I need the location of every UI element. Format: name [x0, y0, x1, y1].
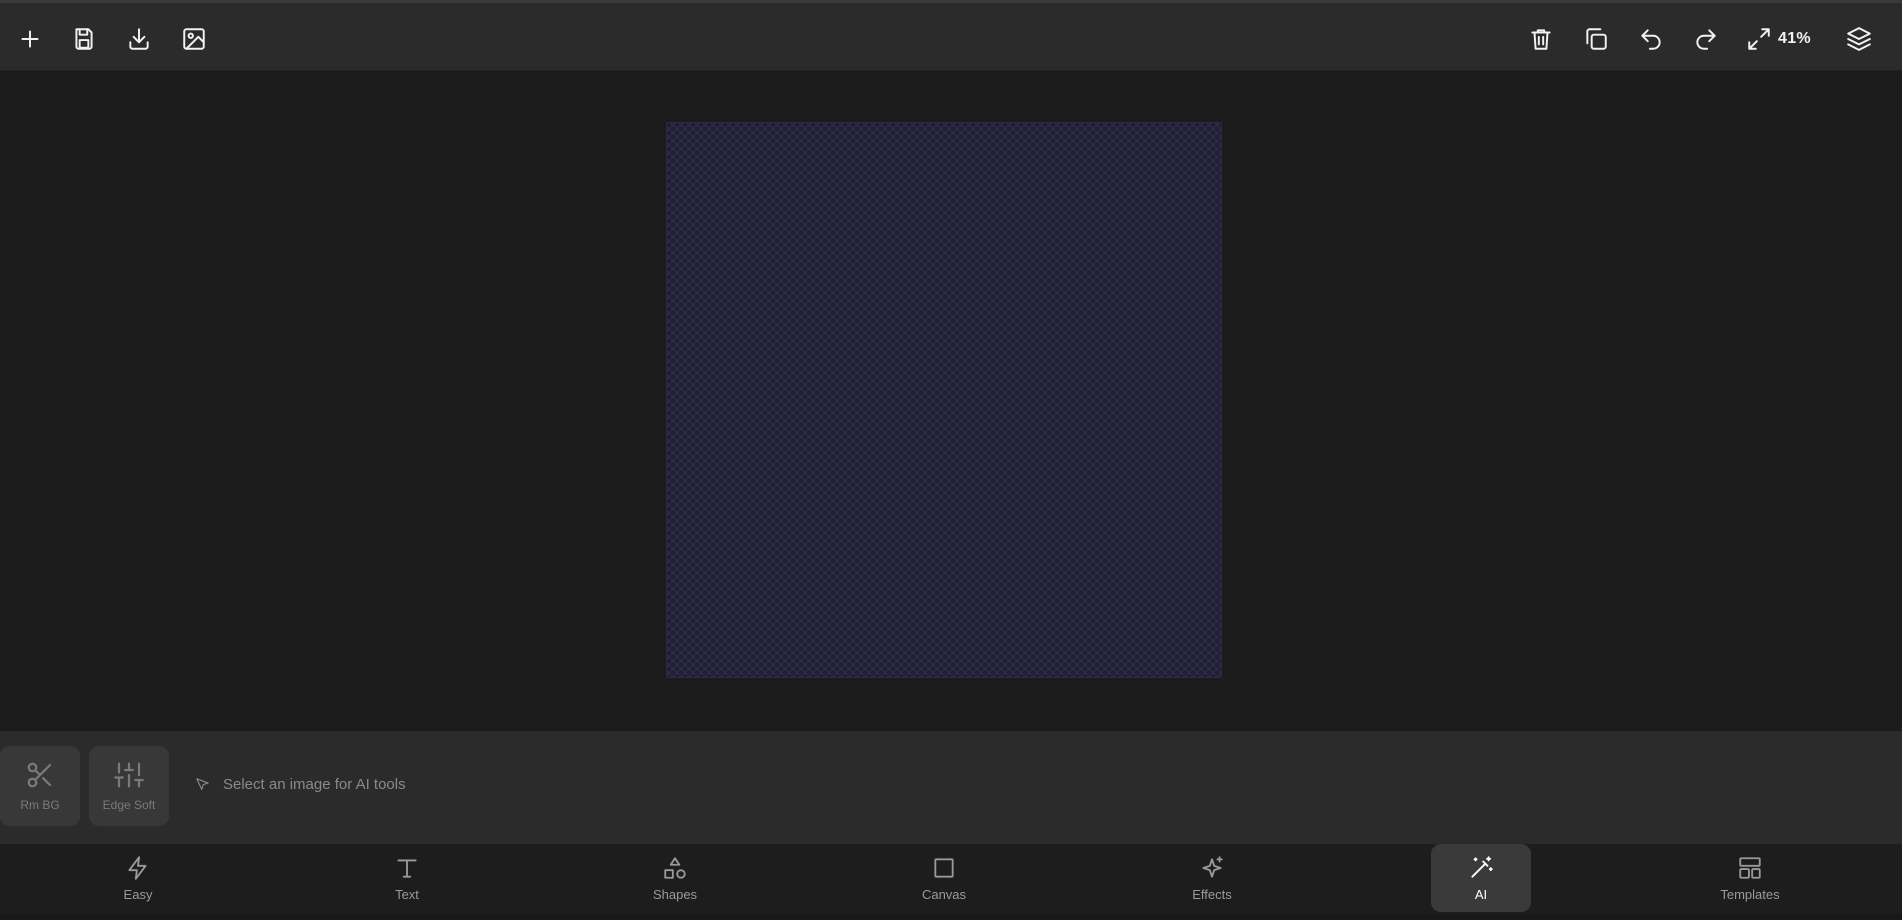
plus-icon [21, 30, 39, 48]
edge-soft-tool[interactable]: Edge Soft [89, 746, 169, 826]
layout-icon [1739, 856, 1761, 879]
ai-tools-panel: Rm BG Edge Soft Select an image for AI t… [0, 731, 1902, 843]
image-icon [183, 28, 205, 50]
tool-label: Rm BG [20, 798, 60, 812]
delete-button[interactable] [1522, 20, 1560, 58]
sparkles-icon [1202, 855, 1223, 878]
ai-hint: Select an image for AI tools [194, 776, 406, 793]
nav-label: AI [1474, 886, 1488, 902]
nav-label: Text [395, 886, 419, 902]
redo-button[interactable] [1687, 20, 1725, 58]
text-icon [397, 858, 417, 878]
ai-hint-text: Select an image for AI tools [223, 776, 406, 793]
nav-easy[interactable]: Easy [88, 844, 188, 912]
nav-label: Easy [123, 886, 153, 902]
nav-label: Canvas [921, 886, 967, 902]
nav-text[interactable]: Text [357, 844, 457, 912]
remove-background-tool[interactable]: Rm BG [0, 746, 80, 826]
download-icon [129, 28, 149, 50]
duplicate-button[interactable] [1577, 20, 1615, 58]
duplicate-icon [1586, 28, 1607, 50]
nav-label: Effects [1192, 886, 1232, 902]
redo-icon [1696, 29, 1716, 50]
cursor-icon [196, 778, 209, 791]
save-icon [75, 28, 93, 50]
new-button[interactable] [11, 20, 49, 58]
nav-effects[interactable]: Effects [1162, 844, 1262, 912]
nav-canvas[interactable]: Canvas [894, 844, 994, 912]
canvas-workspace [0, 71, 1902, 731]
nav-shapes[interactable]: Shapes [625, 844, 725, 912]
fit-screen-icon [1748, 28, 1770, 50]
design-canvas[interactable] [666, 122, 1222, 678]
undo-button[interactable] [1632, 20, 1670, 58]
zoom-fit-button[interactable]: 41% [1746, 20, 1811, 58]
footer-strip [0, 914, 1902, 920]
nav-label: Shapes [652, 886, 698, 902]
tool-label: Edge Soft [102, 798, 156, 812]
undo-icon [1641, 29, 1661, 50]
save-button[interactable] [65, 20, 103, 58]
download-button[interactable] [120, 20, 158, 58]
nav-label: Templates [1720, 886, 1780, 902]
nav-templates[interactable]: Templates [1700, 844, 1800, 912]
scissors-icon [27, 762, 52, 788]
lightning-icon [128, 855, 147, 880]
trash-icon [1531, 29, 1551, 50]
sliders-icon [114, 762, 144, 788]
square-icon [934, 857, 954, 878]
top-toolbar: 41% [0, 0, 1902, 71]
layers-icon [1847, 27, 1871, 51]
layers-button[interactable] [1840, 20, 1878, 58]
magic-wand-icon [1471, 855, 1493, 878]
bottom-navigation: Easy Text Shapes Canvas Effects AI Templ… [0, 843, 1902, 914]
nav-ai[interactable]: AI [1431, 844, 1531, 912]
add-image-button[interactable] [175, 20, 213, 58]
zoom-level: 41% [1778, 30, 1811, 47]
shapes-icon [664, 856, 686, 879]
